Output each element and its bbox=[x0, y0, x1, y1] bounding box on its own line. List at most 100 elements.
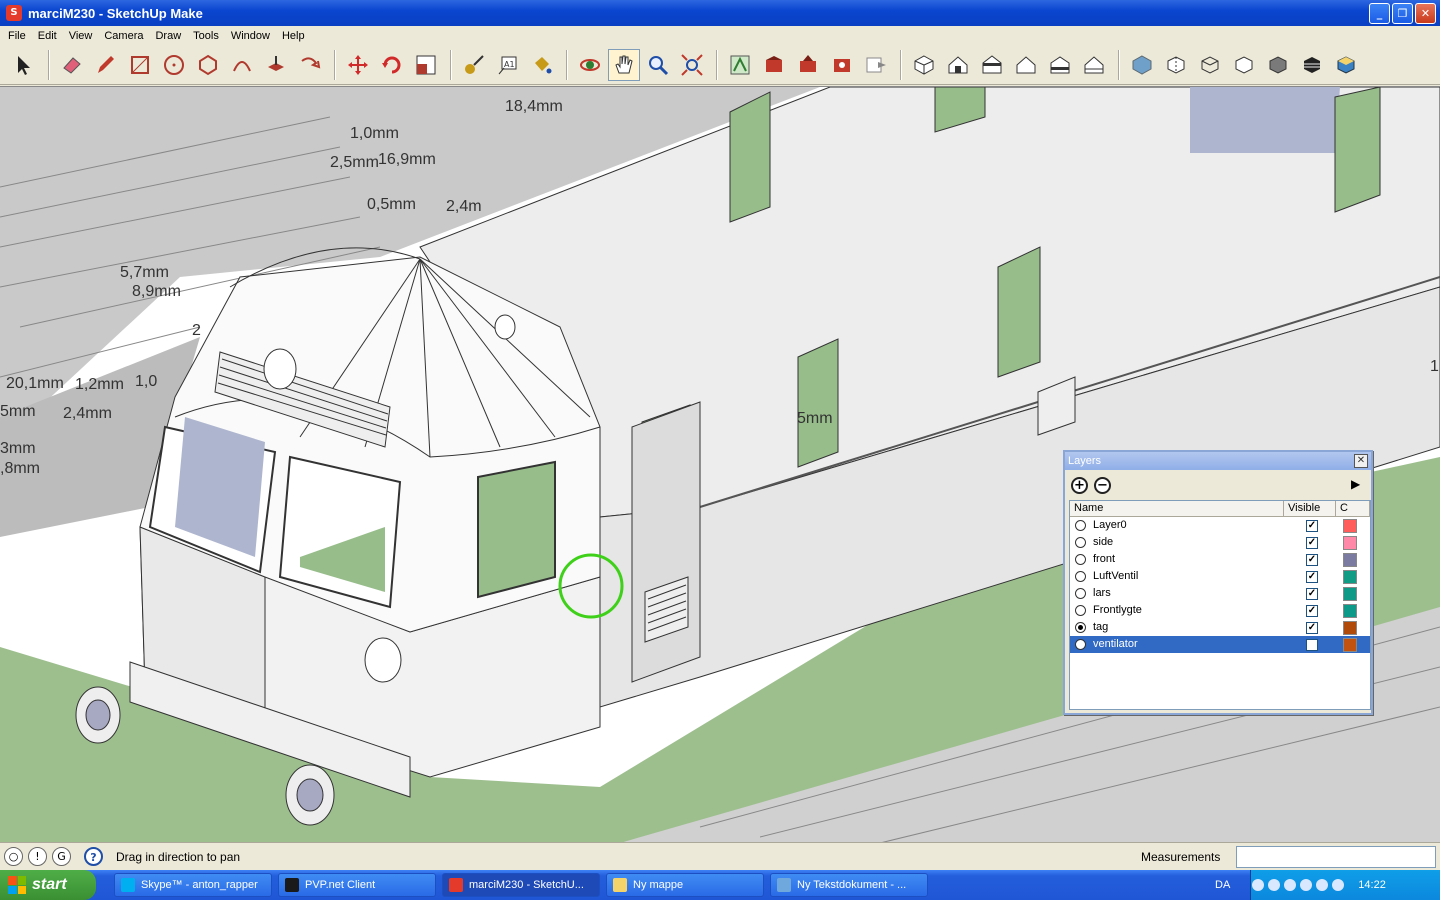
layer-details-icon[interactable]: ▶ bbox=[1351, 477, 1365, 493]
pushpull-tool[interactable] bbox=[260, 49, 292, 81]
layer-active-radio[interactable] bbox=[1075, 605, 1086, 616]
taskbar-button[interactable]: PVP.net Client bbox=[278, 873, 436, 897]
add-location-tool[interactable] bbox=[724, 49, 756, 81]
view-iso[interactable] bbox=[908, 49, 940, 81]
zoom-tool[interactable] bbox=[642, 49, 674, 81]
view-front[interactable] bbox=[976, 49, 1008, 81]
pan-tool[interactable] bbox=[608, 48, 640, 81]
layer-visible-checkbox[interactable]: ✓ bbox=[1306, 553, 1318, 566]
tray-network-icon[interactable] bbox=[1284, 879, 1297, 891]
layer-name[interactable]: side bbox=[1091, 535, 1287, 550]
style-hiddenline[interactable] bbox=[1228, 49, 1260, 81]
minimize-button[interactable]: _ bbox=[1369, 3, 1390, 24]
credits-icon[interactable]: ! bbox=[28, 847, 47, 866]
taskbar-button[interactable]: Skype™ - anton_rapper bbox=[114, 873, 272, 897]
style-xray[interactable] bbox=[1126, 49, 1158, 81]
layer-row[interactable]: Layer0 ✓ bbox=[1070, 517, 1370, 534]
tray-volume-icon[interactable] bbox=[1300, 879, 1313, 891]
layer-active-radio[interactable] bbox=[1075, 537, 1086, 548]
menu-help[interactable]: Help bbox=[276, 30, 311, 42]
menu-file[interactable]: File bbox=[2, 30, 32, 42]
style-wireframe[interactable] bbox=[1194, 49, 1226, 81]
add-layer-icon[interactable]: + bbox=[1071, 476, 1088, 494]
signin-icon[interactable]: G bbox=[52, 847, 71, 866]
style-shaded-textures[interactable] bbox=[1296, 49, 1328, 81]
sketchup-app-icon[interactable]: S bbox=[6, 5, 22, 21]
start-button[interactable]: start bbox=[0, 870, 96, 900]
move-tool[interactable] bbox=[342, 49, 374, 81]
layer-color-swatch[interactable] bbox=[1343, 620, 1357, 635]
taskbar-button[interactable]: marciM230 - SketchU... bbox=[442, 873, 600, 897]
view-back[interactable] bbox=[1044, 49, 1076, 81]
measurements-input[interactable] bbox=[1236, 846, 1436, 868]
layer-visible-checkbox[interactable]: ✓ bbox=[1306, 587, 1318, 600]
layer-name[interactable]: LuftVentil bbox=[1091, 569, 1287, 584]
layer-visible-checkbox[interactable]: ✓ bbox=[1306, 536, 1318, 549]
extension-warehouse-tool[interactable] bbox=[826, 49, 858, 81]
layer-visible-checkbox[interactable]: ✓ bbox=[1306, 604, 1318, 617]
layer-visible-checkbox[interactable]: ✓ bbox=[1306, 570, 1318, 583]
select-tool[interactable] bbox=[8, 49, 40, 81]
layer-color-swatch[interactable] bbox=[1343, 637, 1357, 652]
layer-row[interactable]: front ✓ bbox=[1070, 551, 1370, 568]
layer-row[interactable]: Frontlygte ✓ bbox=[1070, 602, 1370, 619]
circle-tool[interactable] bbox=[158, 49, 190, 81]
help-icon[interactable]: ? bbox=[84, 847, 103, 866]
layers-close-icon[interactable]: ✕ bbox=[1354, 454, 1368, 468]
layer-name[interactable]: front bbox=[1091, 552, 1287, 567]
menu-draw[interactable]: Draw bbox=[149, 30, 187, 42]
layer-active-radio[interactable] bbox=[1075, 639, 1086, 650]
eraser-tool[interactable] bbox=[56, 49, 88, 81]
layer-name[interactable]: lars bbox=[1091, 586, 1287, 601]
column-header-name[interactable]: Name bbox=[1070, 501, 1284, 516]
layer-color-swatch[interactable] bbox=[1343, 586, 1357, 601]
layer-color-swatch[interactable] bbox=[1343, 535, 1357, 550]
tray-security-icon[interactable] bbox=[1316, 879, 1329, 891]
layer-active-radio[interactable] bbox=[1075, 588, 1086, 599]
tray-bluetooth-icon[interactable] bbox=[1268, 879, 1281, 891]
layer-color-swatch[interactable] bbox=[1343, 569, 1357, 584]
layer-name[interactable]: Frontlygte bbox=[1091, 603, 1287, 618]
column-header-visible[interactable]: Visible bbox=[1284, 501, 1336, 516]
layer-name[interactable]: ventilator bbox=[1091, 637, 1287, 652]
followme-tool[interactable] bbox=[294, 49, 326, 81]
view-right[interactable] bbox=[1010, 49, 1042, 81]
taskbar-button[interactable]: Ny Tekstdokument - ... bbox=[770, 873, 928, 897]
tray-back-icon[interactable] bbox=[1252, 879, 1265, 891]
layer-color-swatch[interactable] bbox=[1343, 603, 1357, 618]
layer-row[interactable]: LuftVentil ✓ bbox=[1070, 568, 1370, 585]
layers-dialog-header[interactable]: Layers ✕ bbox=[1065, 452, 1371, 470]
layer-visible-checkbox[interactable]: ✓ bbox=[1306, 519, 1318, 532]
tray-wifi-icon[interactable] bbox=[1332, 879, 1345, 891]
layer-name[interactable]: tag bbox=[1091, 620, 1287, 635]
clock[interactable]: 14:22 bbox=[1358, 879, 1386, 891]
layer-row[interactable]: lars ✓ bbox=[1070, 585, 1370, 602]
view-left[interactable] bbox=[1078, 49, 1110, 81]
close-button[interactable]: ✕ bbox=[1415, 3, 1436, 24]
menu-window[interactable]: Window bbox=[225, 30, 276, 42]
tape-measure-tool[interactable] bbox=[458, 49, 490, 81]
delete-layer-icon[interactable]: − bbox=[1094, 476, 1111, 494]
layer-row[interactable]: ventilator bbox=[1070, 636, 1370, 653]
arc-tool[interactable] bbox=[226, 49, 258, 81]
layer-row[interactable]: side ✓ bbox=[1070, 534, 1370, 551]
geolocation-icon[interactable]: ○ bbox=[4, 847, 23, 866]
language-indicator[interactable]: DA bbox=[1215, 879, 1230, 891]
share-model-tool[interactable] bbox=[792, 49, 824, 81]
layer-active-radio[interactable] bbox=[1075, 571, 1086, 582]
column-header-color[interactable]: C bbox=[1336, 501, 1370, 516]
scale-tool[interactable] bbox=[410, 49, 442, 81]
layer-row[interactable]: tag ✓ bbox=[1070, 619, 1370, 636]
layer-active-radio[interactable] bbox=[1075, 520, 1086, 531]
zoom-extents-tool[interactable] bbox=[676, 49, 708, 81]
layer-visible-checkbox[interactable] bbox=[1306, 638, 1318, 651]
text-tool[interactable]: A1 bbox=[492, 49, 524, 81]
style-backedges[interactable] bbox=[1160, 49, 1192, 81]
rotate-tool[interactable] bbox=[376, 49, 408, 81]
orbit-tool[interactable] bbox=[574, 49, 606, 81]
line-tool[interactable] bbox=[90, 49, 122, 81]
maximize-button[interactable]: ❐ bbox=[1392, 3, 1413, 24]
menu-edit[interactable]: Edit bbox=[32, 30, 63, 42]
style-shaded[interactable] bbox=[1262, 49, 1294, 81]
menu-camera[interactable]: Camera bbox=[98, 30, 149, 42]
